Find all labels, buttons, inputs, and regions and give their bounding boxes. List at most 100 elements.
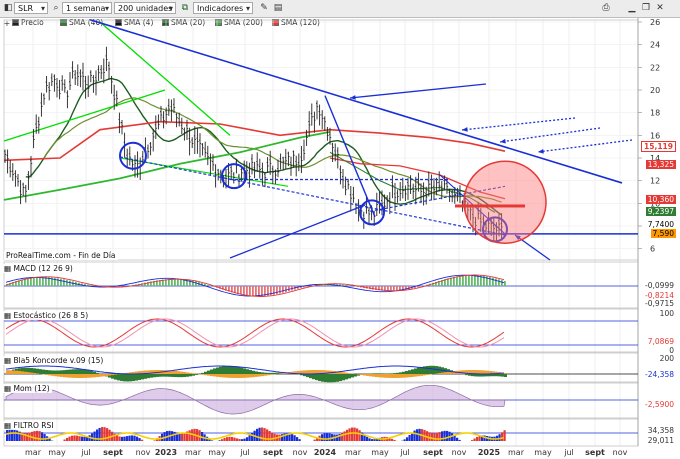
rsi-bar [126, 436, 129, 441]
rsi-bar [456, 437, 459, 441]
rsi-bar [343, 431, 346, 441]
rsi-bar [258, 427, 261, 441]
blai-orange-bar [480, 370, 483, 374]
panel-menu-icon: ▦ [4, 421, 12, 430]
blai-green-bar [465, 374, 468, 376]
macd-label[interactable]: ▦ MACD (12 26 9) [2, 264, 75, 273]
rsi-bar [236, 438, 239, 441]
blai-orange-bar [15, 370, 18, 374]
blai-green-bar [234, 366, 237, 374]
macd-hist-bar [477, 275, 479, 286]
macd-hist-bar [501, 280, 503, 286]
arrow [229, 204, 366, 259]
time-tick-label: mar [25, 448, 42, 457]
blai-orange-bar [207, 374, 210, 376]
blai-orange-bar [249, 374, 252, 378]
blai-orange-bar [405, 374, 408, 378]
rsi-bar [366, 436, 369, 441]
time-tick-label: may [48, 448, 66, 457]
time-tick-label: may [534, 448, 552, 457]
price-chart[interactable]: 26242220181614121086 marmayjulseptnov202… [0, 0, 680, 459]
rsi-bar [73, 435, 76, 441]
macd-hist-bar [498, 279, 500, 286]
mom-value: -2,5900 [645, 400, 674, 409]
macd-hist-bar [456, 276, 458, 286]
blai-orange-bar [252, 374, 255, 378]
blai-green-bar [243, 368, 246, 374]
blai-orange-bar [225, 374, 228, 378]
rsi-bar [241, 439, 244, 441]
blai-green-bar [318, 374, 321, 381]
rsi-bar [76, 435, 79, 441]
blai-green-bar [90, 370, 93, 374]
blai-orange-bar [267, 374, 270, 376]
blai-label[interactable]: ▦ Bla5 Koncorde v.09 (15) [2, 356, 106, 365]
blai-green-bar [96, 372, 99, 374]
rsi-bar [123, 436, 126, 441]
blai-green-bar [390, 373, 393, 374]
macd-hist-bar [255, 286, 257, 297]
macd-hist-bar [63, 279, 65, 286]
blai-green-bar [204, 371, 207, 374]
blai-green-bar [492, 374, 495, 377]
arrow [349, 83, 487, 100]
blai-green-bar [201, 372, 204, 374]
time-tick-label: sept [423, 448, 443, 457]
rsi-bar [226, 437, 229, 441]
blai-orange-bar [99, 374, 102, 377]
blai-green-bar [429, 365, 432, 374]
blai-green-bar [228, 365, 231, 374]
stoch-label[interactable]: ▦ Estocástico (26 8 5) [2, 311, 91, 320]
blai-green-bar [177, 374, 180, 378]
blai-green-bar [57, 370, 60, 374]
rsi-bar [473, 438, 476, 441]
blai-orange-bar [270, 374, 273, 375]
price-tick-label: 22 [650, 63, 660, 72]
blai-orange-bar [309, 370, 312, 374]
blai-green-bar [174, 374, 177, 378]
blai-green-bar [372, 373, 375, 374]
arrow [537, 139, 633, 154]
blai-orange-bar [174, 370, 177, 374]
blai-green-bar [432, 365, 435, 374]
blai-green-bar [231, 366, 234, 374]
blai-green-bar [132, 374, 135, 381]
rsi-bar [373, 439, 376, 441]
blai-orange-bar [417, 374, 420, 377]
rsi-bar [128, 435, 131, 441]
blai-green-bar [261, 372, 264, 374]
mom-label[interactable]: ▦ Mom (12) [2, 384, 52, 393]
rsi-bar [6, 429, 9, 441]
blai-green-bar [408, 370, 411, 374]
blai-green-bar [249, 370, 252, 374]
blai-orange-bar [342, 372, 345, 374]
blai-orange-bar [219, 374, 222, 378]
rsi-bar [368, 438, 371, 441]
rsi-bar [68, 436, 71, 441]
blai-green-bar [183, 374, 186, 378]
blai-green-bar [273, 372, 276, 374]
macd-value-3: -0,9715 [645, 299, 674, 308]
macd-hist-bar [495, 278, 497, 286]
blai-orange-bar [81, 374, 84, 378]
macd-hist-bar [171, 278, 173, 286]
blai-green-bar [336, 374, 339, 382]
rsi-label[interactable]: ▦ FILTRO RSI [2, 421, 56, 430]
blai-green-bar [267, 372, 270, 374]
blai-green-bar [324, 374, 327, 383]
rsi-bar [243, 438, 246, 441]
rsi-bar [326, 433, 329, 441]
rsi-bar [413, 430, 416, 441]
blai-orange-bar [213, 374, 216, 377]
macd-hist-bar [462, 275, 464, 286]
blai-green-bar [309, 374, 312, 379]
blai-green-bar [321, 374, 324, 382]
time-tick-label: nov [613, 448, 628, 457]
blai-green-bar [330, 374, 333, 383]
macd-hist-bar [465, 275, 467, 286]
blai-orange-bar [66, 374, 69, 378]
rsi-bar [298, 439, 301, 441]
rsi-bar [346, 429, 349, 441]
time-tick-label: mar [345, 448, 362, 457]
blai-green-bar [342, 374, 345, 381]
